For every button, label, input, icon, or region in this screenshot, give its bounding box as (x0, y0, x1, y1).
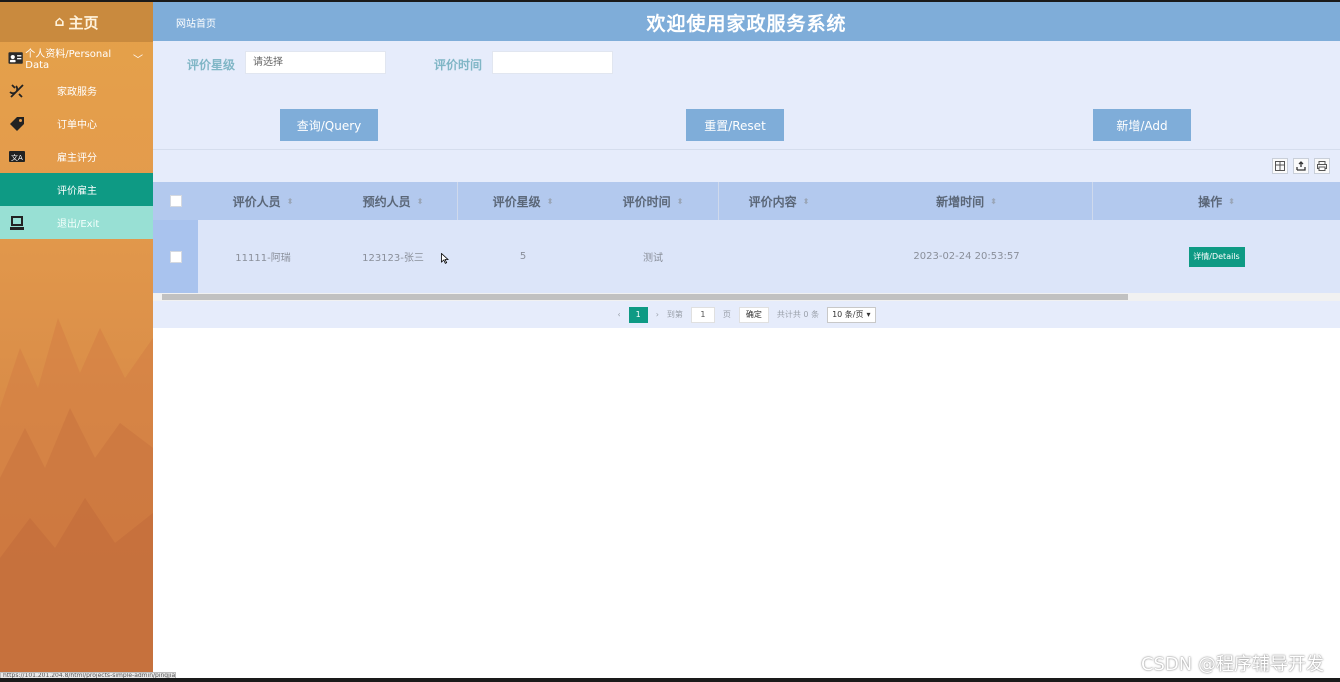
time-filter-label: 评价时间 (434, 58, 483, 72)
watermark: CSDN @程序辅导开发 (1140, 654, 1324, 675)
sort-icon: ⬍ (546, 196, 554, 206)
home-icon: ⌂ (54, 14, 65, 30)
mouse-cursor-icon (441, 253, 449, 264)
sidebar-section-label: 个人资料/Personal Data (25, 49, 112, 71)
page-size-value: 10 条/页 (832, 310, 864, 319)
rating-select[interactable]: 请选择 (245, 51, 386, 74)
page-unit-label: 页 (722, 310, 731, 319)
sort-icon: ⬍ (802, 196, 810, 206)
cell-content (718, 220, 840, 293)
goto-label: 到第 (666, 310, 683, 319)
current-page[interactable]: 1 (628, 306, 648, 323)
sidebar-section-personal-data[interactable]: 个人资料/Personal Data ﹀ (0, 44, 153, 72)
scrollbar-thumb[interactable] (162, 294, 1128, 300)
query-button[interactable]: 查询/Query (280, 109, 378, 141)
cell-review-time: 测试 (643, 253, 663, 264)
page-size-select[interactable]: 10 条/页 ▾ (827, 306, 876, 323)
sidebar-home-label: 主页 (68, 13, 99, 32)
prev-page-button[interactable]: ‹ (617, 310, 620, 319)
cell-reviewer: 11111-阿瑞 (235, 253, 291, 264)
col-created-at[interactable]: 新增时间 ⬍ (840, 182, 1093, 220)
tools-icon (8, 82, 26, 100)
sidebar-item-exit[interactable]: 退出/Exit (0, 206, 153, 239)
add-button[interactable]: 新增/Add (1093, 109, 1191, 141)
sidebar-item-label: 家政服务 (57, 87, 97, 98)
pagination: ‹ 1 › 到第 1 页 确定 共计共 0 条 10 条/页 ▾ (153, 301, 1340, 328)
col-content[interactable]: 评价内容 ⬍ (718, 182, 840, 220)
data-table-panel: 评价人员 ⬍ 预约人员 ⬍ 评价星级 ⬍ 评价时间 ⬍ 评价内容 ⬍ 新增时间 ⬍ 操作 ⬍ … (153, 150, 1340, 328)
mountain-background (0, 318, 153, 678)
id-card-icon (8, 52, 23, 64)
goto-confirm-button[interactable]: 确定 (738, 306, 769, 323)
table-header: 评价人员 ⬍ 预约人员 ⬍ 评价星级 ⬍ 评价时间 ⬍ 评价内容 ⬍ 新增时间 ⬍ 操作 ⬍ (153, 182, 1340, 220)
col-review-time[interactable]: 评价时间 ⬍ (588, 182, 718, 220)
sidebar-item-label: 订单中心 (57, 120, 97, 131)
cell-appointee: 123123-张三 (362, 253, 424, 264)
col-appointee[interactable]: 预约人员 ⬍ (328, 182, 458, 220)
sidebar: ⌂ 主页 个人资料/Personal Data ﹀ 家政服务 订单中心 文A 雇… (0, 2, 153, 678)
translate-icon: 文A (8, 148, 26, 166)
col-reviewer[interactable]: 评价人员 ⬍ (198, 182, 328, 220)
cell-actions: 详情/Details (1093, 220, 1340, 293)
window-bottom-border (0, 678, 1340, 682)
chevron-down-icon: ﹀ (133, 54, 143, 66)
rating-filter-label: 评价星级 (187, 58, 236, 72)
cell-rating: 5 (519, 251, 527, 262)
top-header: 网站首页 欢迎使用家政服务系统 (153, 2, 1340, 41)
row-checkbox[interactable] (169, 250, 182, 263)
sidebar-item-review-employer[interactable]: 评价雇主 (0, 173, 153, 206)
col-actions[interactable]: 操作 ⬍ (1093, 182, 1340, 220)
total-count: 共计共 0 条 (776, 310, 820, 319)
sort-icon: ⬍ (676, 196, 684, 206)
monitor-icon (8, 214, 26, 232)
reset-button[interactable]: 重置/Reset (686, 109, 784, 141)
sidebar-item-orders[interactable]: 订单中心 (0, 107, 153, 140)
next-page-button[interactable]: › (656, 310, 659, 319)
sidebar-item-employer-rating[interactable]: 文A 雇主评分 (0, 140, 153, 173)
table-row[interactable]: 11111-阿瑞 123123-张三 5 测试 2023-02-24 20:53… (153, 220, 1340, 293)
sort-icon: ⬍ (1228, 196, 1235, 206)
cell-created-at: 2023-02-24 20:53:57 (913, 251, 1020, 262)
table-toolbar (1272, 158, 1330, 174)
columns-filter-icon[interactable] (1272, 158, 1288, 174)
sort-icon: ⬍ (990, 196, 997, 206)
sidebar-item-label: 退出/Exit (57, 219, 100, 230)
sort-icon: ⬍ (286, 196, 294, 206)
page-title: 欢迎使用家政服务系统 (646, 13, 847, 35)
sidebar-item-label: 雇主评分 (57, 153, 97, 164)
chevron-down-icon: ▾ (866, 310, 871, 319)
print-icon[interactable] (1314, 158, 1330, 174)
details-button[interactable]: 详情/Details (1188, 246, 1245, 267)
sidebar-home[interactable]: ⌂ 主页 (0, 2, 153, 42)
sidebar-item-label: 评价雇主 (57, 186, 97, 197)
horizontal-scrollbar[interactable] (153, 293, 1340, 301)
app-window: ⌂ 主页 个人资料/Personal Data ﹀ 家政服务 订单中心 文A 雇… (0, 0, 1340, 682)
tag-icon (8, 115, 26, 133)
svg-text:文A: 文A (11, 153, 23, 162)
search-panel: 评价星级 请选择 评价时间 查询/Query 重置/Reset 新增/Add (153, 41, 1340, 149)
export-icon[interactable] (1293, 158, 1309, 174)
row-select-cell (153, 220, 198, 293)
sort-icon: ⬍ (416, 196, 424, 206)
select-all-cell (153, 182, 198, 220)
sidebar-item-housekeeping[interactable]: 家政服务 (0, 74, 153, 107)
select-all-checkbox[interactable] (169, 195, 182, 207)
time-input[interactable] (492, 51, 613, 74)
col-rating[interactable]: 评价星级 ⬍ (458, 182, 588, 220)
goto-page-input[interactable]: 1 (690, 306, 715, 323)
